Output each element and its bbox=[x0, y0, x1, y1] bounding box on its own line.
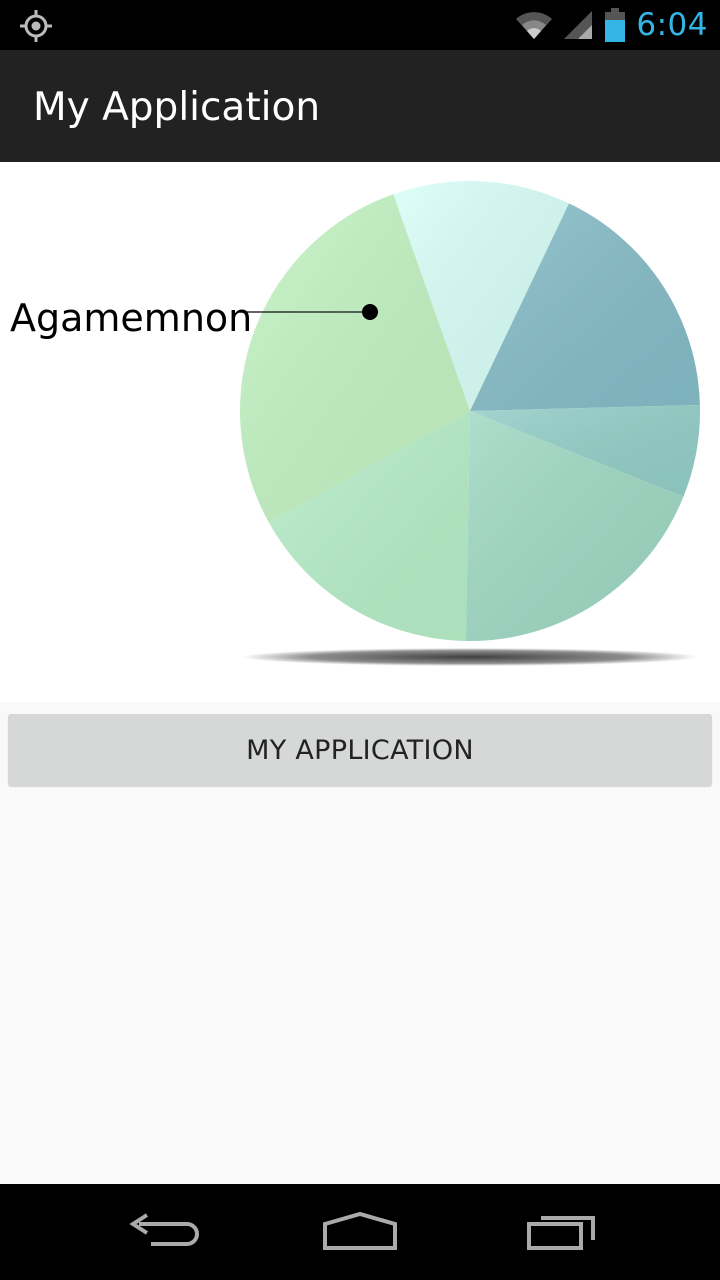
callout-dot bbox=[362, 304, 378, 320]
recents-icon[interactable] bbox=[515, 1202, 605, 1262]
pie-chart[interactable] bbox=[0, 162, 720, 702]
wifi-icon bbox=[516, 12, 553, 39]
battery-icon bbox=[605, 8, 626, 42]
pie-shadow bbox=[242, 648, 698, 666]
gps-icon bbox=[20, 10, 52, 42]
my-application-button[interactable]: MY APPLICATION bbox=[8, 714, 712, 786]
callout-label: Agamemnon bbox=[10, 296, 253, 340]
back-icon[interactable] bbox=[115, 1202, 205, 1262]
signal-icon bbox=[564, 11, 593, 39]
app-title: My Application bbox=[33, 85, 321, 130]
status-bar: 6:04 bbox=[0, 0, 720, 50]
home-icon[interactable] bbox=[315, 1202, 405, 1262]
pie-chart-container: Agamemnon bbox=[0, 162, 720, 702]
status-time: 6:04 bbox=[636, 7, 708, 43]
action-bar: My Application bbox=[0, 50, 720, 162]
nav-bar bbox=[0, 1184, 720, 1280]
